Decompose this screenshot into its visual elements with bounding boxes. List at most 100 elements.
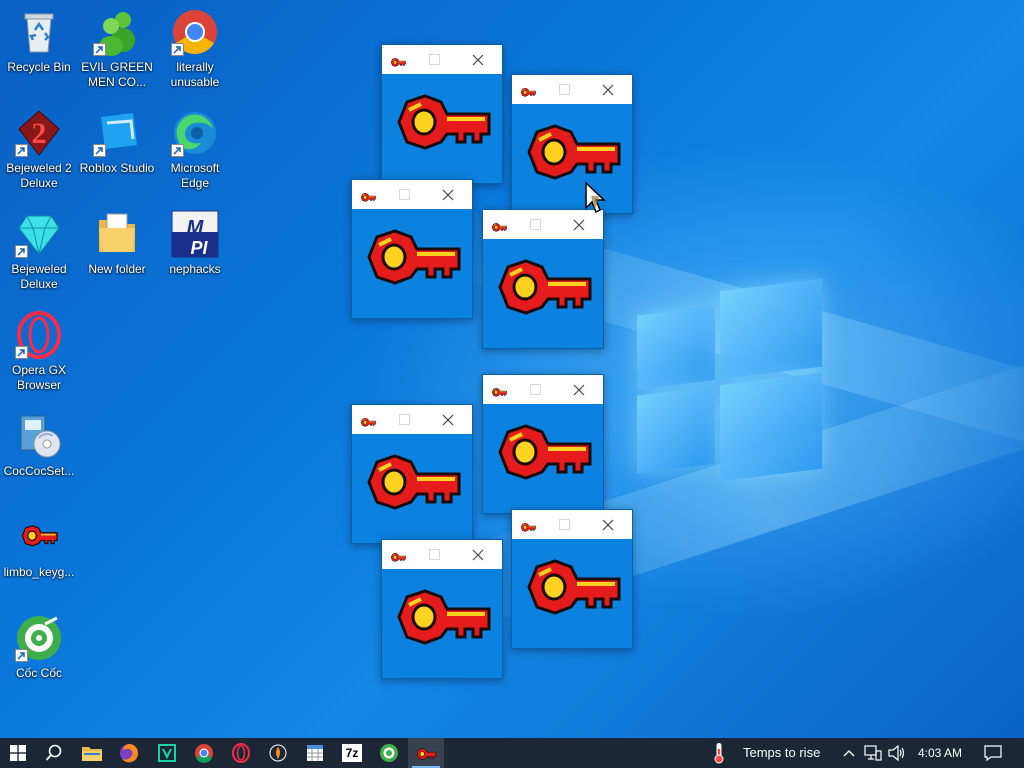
key-icon xyxy=(491,384,507,402)
shortcut-arrow-icon xyxy=(15,144,28,157)
taskbar-app-file-explorer[interactable] xyxy=(74,738,110,768)
keygen-titlebar[interactable] xyxy=(352,405,472,434)
maximize-button[interactable] xyxy=(559,519,570,530)
close-button[interactable] xyxy=(438,185,458,205)
bejeweled-2-icon: 2 xyxy=(15,109,63,157)
key-icon xyxy=(362,224,462,291)
keygen-window[interactable] xyxy=(351,179,473,319)
taskbar-app-roblox-studio[interactable] xyxy=(149,738,185,768)
shortcut-arrow-icon xyxy=(171,144,184,157)
close-button[interactable] xyxy=(598,515,618,535)
key-icon xyxy=(360,414,376,432)
coccoc-icon xyxy=(15,614,63,662)
keygen-titlebar[interactable] xyxy=(483,375,603,404)
roblox-studio-icon xyxy=(158,744,176,762)
keygen-titlebar[interactable] xyxy=(382,45,502,74)
maximize-button[interactable] xyxy=(429,549,440,560)
desktop-icon-roblox-studio[interactable]: Roblox Studio xyxy=(79,109,155,176)
keygen-titlebar[interactable] xyxy=(352,180,472,209)
network-button[interactable] xyxy=(861,738,885,768)
maximize-button[interactable] xyxy=(399,414,410,425)
installer-icon xyxy=(15,412,63,460)
taskbar-app-7zip[interactable]: 7z xyxy=(334,738,370,768)
maximize-button[interactable] xyxy=(559,84,570,95)
opera-gx-icon xyxy=(232,743,250,763)
taskbar: 7z Temps to rise 4:03 AM xyxy=(0,738,1024,768)
taskbar-app-orange[interactable] xyxy=(260,738,296,768)
close-icon xyxy=(442,189,454,201)
shortcut-arrow-icon xyxy=(15,245,28,258)
desktop-icon-coccoc[interactable]: Cốc Cốc xyxy=(1,614,77,681)
taskbar-app-coccoc[interactable] xyxy=(371,738,407,768)
desktop-icon-label: Cốc Cốc xyxy=(15,666,62,680)
clock-time: 4:03 AM xyxy=(918,746,963,760)
taskbar-app-firefox[interactable] xyxy=(111,738,147,768)
edge-icon xyxy=(171,109,219,157)
chrome-icon xyxy=(195,744,213,763)
close-button[interactable] xyxy=(569,215,589,235)
keygen-window[interactable] xyxy=(511,74,633,214)
network-icon xyxy=(864,745,882,761)
desktop-icon-label: nephacks xyxy=(169,262,221,276)
close-button[interactable] xyxy=(569,380,589,400)
maximize-button[interactable] xyxy=(530,384,541,395)
desktop-icon-limbo-keygen[interactable]: limbo_keyg... xyxy=(1,513,77,580)
keygen-titlebar[interactable] xyxy=(483,210,603,239)
maximize-button[interactable] xyxy=(399,189,410,200)
chrome-icon xyxy=(171,8,219,56)
desktop-icon-label: Microsoft Edge xyxy=(170,161,220,190)
desktop-icon-coccocsetup[interactable]: CocCocSet... xyxy=(1,412,77,479)
maximize-button[interactable] xyxy=(530,219,541,230)
desktop-icon-bejeweled-2[interactable]: 2 Bejeweled 2 Deluxe xyxy=(1,109,77,191)
desktop-icon-recycle-bin[interactable]: Recycle Bin xyxy=(1,8,77,75)
desktop-icon-bejeweled[interactable]: Bejeweled Deluxe xyxy=(1,210,77,292)
taskbar-app-chrome[interactable] xyxy=(186,738,222,768)
keygen-window[interactable] xyxy=(381,539,503,679)
keygen-window[interactable] xyxy=(511,509,633,649)
close-button[interactable] xyxy=(438,410,458,430)
keygen-titlebar[interactable] xyxy=(512,75,632,104)
maximize-button[interactable] xyxy=(429,54,440,65)
close-icon xyxy=(442,414,454,426)
key-icon xyxy=(390,54,406,72)
keygen-window[interactable] xyxy=(381,44,503,184)
desktop[interactable]: Recycle Bin EVIL GREEN MEN CO... literal… xyxy=(0,0,1024,738)
desktop-icon-literally-unusable[interactable]: literally unusable xyxy=(157,8,233,90)
close-button[interactable] xyxy=(468,50,488,70)
desktop-icon-label: Roblox Studio xyxy=(79,161,155,175)
keygen-window[interactable] xyxy=(482,209,604,349)
search-button[interactable] xyxy=(36,738,72,768)
weather-widget[interactable]: Temps to rise xyxy=(708,738,830,768)
keygen-window[interactable] xyxy=(351,404,473,544)
desktop-icon-nephacks[interactable]: M PI nephacks xyxy=(157,210,233,277)
key-icon xyxy=(360,189,376,207)
keygen-titlebar[interactable] xyxy=(382,540,502,569)
volume-button[interactable] xyxy=(885,738,909,768)
close-button[interactable] xyxy=(598,80,618,100)
key-icon xyxy=(362,449,462,516)
desktop-icon-evil-green-men[interactable]: EVIL GREEN MEN CO... xyxy=(79,8,155,90)
clock[interactable]: 4:03 AM xyxy=(912,738,972,768)
taskbar-app-limbo-keygen[interactable] xyxy=(408,738,444,768)
keygen-titlebar[interactable] xyxy=(512,510,632,539)
close-icon xyxy=(573,384,585,396)
keygen-window[interactable] xyxy=(482,374,604,514)
desktop-icon-microsoft-edge[interactable]: Microsoft Edge xyxy=(157,109,233,191)
taskbar-app-calendar[interactable] xyxy=(297,738,333,768)
show-hidden-icons-button[interactable] xyxy=(838,738,860,768)
start-button[interactable] xyxy=(0,738,36,768)
taskbar-app-opera-gx[interactable] xyxy=(223,738,259,768)
desktop-icon-opera-gx[interactable]: Opera GX Browser xyxy=(1,311,77,393)
shortcut-arrow-icon xyxy=(171,43,184,56)
close-button[interactable] xyxy=(468,545,488,565)
grid-app-icon xyxy=(307,745,323,761)
shortcut-arrow-icon xyxy=(93,43,106,56)
notifications-button[interactable] xyxy=(975,738,1011,768)
search-icon xyxy=(45,744,62,761)
desktop-icon-new-folder[interactable]: New folder xyxy=(79,210,155,277)
roblox-studio-icon xyxy=(93,109,141,157)
green-men-icon xyxy=(93,8,141,56)
key-icon xyxy=(416,747,437,760)
desktop-icon-label: CocCocSet... xyxy=(3,464,75,478)
opera-gx-icon xyxy=(15,311,63,359)
